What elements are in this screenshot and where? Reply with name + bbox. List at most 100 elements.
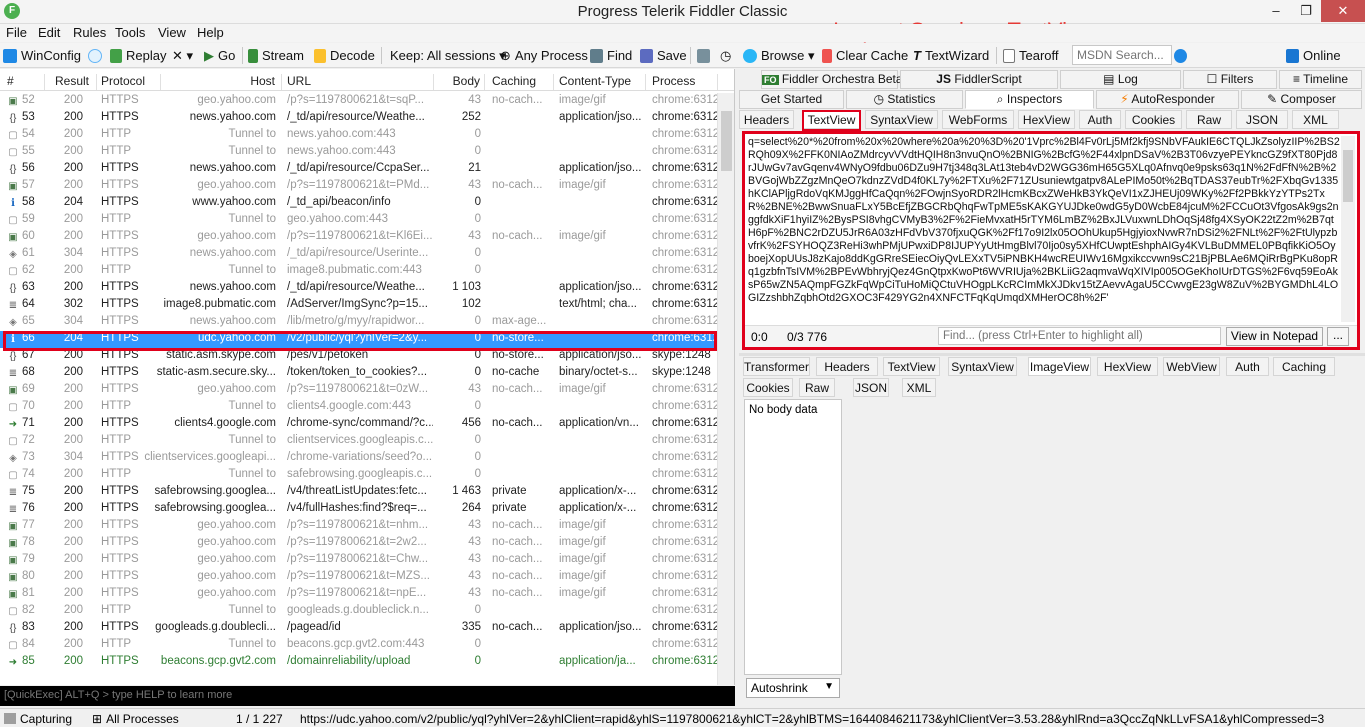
table-row[interactable]: ▣ 77 200 HTTPS geo.yahoo.com/p?s=1197800621&… — [0, 518, 718, 535]
request-scroll-thumb[interactable] — [1343, 150, 1353, 202]
sessions-scrollbar[interactable] — [717, 93, 734, 685]
resp-tab-xml[interactable]: XML — [902, 378, 936, 397]
req-tab-xml[interactable]: XML — [1292, 110, 1339, 129]
table-row[interactable]: ≣ 75 200 HTTPS safebrowsing.googlea.../v4/th… — [0, 484, 718, 501]
browse-button[interactable]: Browse ▾ — [743, 46, 815, 65]
textwizard-button[interactable]: T TextWizard — [913, 46, 989, 65]
more-button[interactable]: ... — [1327, 327, 1349, 346]
col-header-num[interactable]: # — [7, 74, 45, 90]
request-scrollbar[interactable] — [1341, 136, 1355, 322]
tearoff-button[interactable]: Tearoff — [1003, 46, 1059, 65]
table-row[interactable]: ≣ 64 302 HTTPS image8.pubmatic.com/AdServer/… — [0, 297, 718, 314]
col-header-protocol[interactable]: Protocol — [101, 74, 161, 90]
resp-tab-imageview[interactable]: ImageView — [1028, 357, 1091, 376]
table-row[interactable]: ▢ 59 200 HTTP Tunnel to geo.yahoo.com:443 0 chr… — [0, 212, 718, 229]
menu-view[interactable]: View — [158, 25, 186, 40]
table-row[interactable]: ▣ 80 200 HTTPS geo.yahoo.com/p?s=1197800621&… — [0, 569, 718, 586]
req-tab-raw[interactable]: Raw — [1186, 110, 1232, 129]
menu-rules[interactable]: Rules — [73, 25, 106, 40]
table-row[interactable]: ≣ 76 200 HTTPS safebrowsing.googlea.../v4/fu… — [0, 501, 718, 518]
msdn-search-input[interactable] — [1072, 45, 1172, 65]
tab-statistics[interactable]: ◷ Statistics — [846, 90, 963, 109]
tab-filters[interactable]: ☐ Filters — [1183, 70, 1277, 89]
table-row[interactable]: ◈ 61 304 HTTPS news.yahoo.com/_td/api/resour… — [0, 246, 718, 263]
request-body-text[interactable]: q=select%20*%20from%20x%20where%20a%20%3… — [748, 136, 1340, 322]
tab-fiddlerscript[interactable]: JS FiddlerScript — [900, 70, 1058, 89]
table-row[interactable]: ▣ 52 200 HTTPS geo.yahoo.com/p?s=1197800621&… — [0, 93, 718, 110]
table-row[interactable]: ➜ 85 200 HTTPS beacons.gcp.gvt2.com/domainre… — [0, 654, 718, 671]
resp-tab-syntaxview[interactable]: SyntaxView — [948, 357, 1017, 376]
timer-button[interactable]: ◷ — [720, 46, 731, 65]
tab-inspectors[interactable]: ⌕ Inspectors — [965, 90, 1094, 109]
resp-tab-raw[interactable]: Raw — [799, 378, 835, 397]
resp-tab-auth[interactable]: Auth — [1226, 357, 1269, 376]
table-row[interactable]: ▣ 81 200 HTTPS geo.yahoo.com/p?s=1197800621&… — [0, 586, 718, 603]
resp-tab-transformer[interactable]: Transformer — [743, 357, 810, 376]
table-row[interactable]: ≣ 68 200 HTTPS static-asm.secure.sky.../toke… — [0, 365, 718, 382]
screenshot-button[interactable] — [697, 46, 710, 65]
decode-button[interactable]: Decode — [314, 46, 375, 65]
table-row[interactable]: ▣ 60 200 HTTPS geo.yahoo.com/p?s=1197800621&… — [0, 229, 718, 246]
menu-help[interactable]: Help — [197, 25, 224, 40]
table-row[interactable]: ▢ 72 200 HTTP Tunnel to clientservices.google… — [0, 433, 718, 450]
col-header-result[interactable]: Result — [55, 74, 97, 90]
save-button[interactable]: Save — [640, 46, 687, 65]
resp-tab-webview[interactable]: WebView — [1163, 357, 1220, 376]
capturing-status[interactable]: Capturing — [4, 712, 72, 726]
view-in-notepad-button[interactable]: View in Notepad — [1226, 327, 1323, 346]
resp-tab-textview[interactable]: TextView — [883, 357, 940, 376]
comment-button[interactable] — [88, 46, 102, 65]
table-row[interactable]: ◈ 73 304 HTTPS clientservices.googleapi.../c… — [0, 450, 718, 467]
table-row[interactable]: ▢ 74 200 HTTP Tunnel to safebrowsing.googleap… — [0, 467, 718, 484]
winconfig-button[interactable]: WinConfig — [3, 46, 81, 65]
table-row[interactable]: ▢ 70 200 HTTP Tunnel to clients4.google.com:4… — [0, 399, 718, 416]
help-button[interactable] — [1174, 46, 1187, 65]
any-process-button[interactable]: ⊕ Any Process — [500, 46, 588, 65]
resp-tab-caching[interactable]: Caching — [1273, 357, 1335, 376]
tab-autoresponder[interactable]: ⚡ AutoResponder — [1096, 90, 1239, 109]
table-row[interactable]: ▢ 55 200 HTTP Tunnel to news.yahoo.com:443 0 ch… — [0, 144, 718, 161]
replay-button[interactable]: Replay — [110, 46, 166, 65]
col-header-body[interactable]: Body — [436, 74, 485, 90]
online-status[interactable]: Online — [1286, 46, 1341, 65]
menu-file[interactable]: File — [6, 25, 27, 40]
col-header-host[interactable]: Host — [162, 74, 282, 90]
menu-tools[interactable]: Tools — [115, 25, 145, 40]
tab-composer[interactable]: ✎ Composer — [1241, 90, 1362, 109]
table-row[interactable]: ▣ 79 200 HTTPS geo.yahoo.com/p?s=1197800621&… — [0, 552, 718, 569]
menu-edit[interactable]: Edit — [38, 25, 60, 40]
req-tab-auth[interactable]: Auth — [1079, 110, 1121, 129]
sessions-scroll-thumb[interactable] — [721, 111, 732, 171]
table-row[interactable]: ▣ 78 200 HTTPS geo.yahoo.com/p?s=1197800621&… — [0, 535, 718, 552]
minimize-button[interactable]: – — [1261, 0, 1291, 22]
table-row[interactable]: ▣ 69 200 HTTPS geo.yahoo.com/p?s=1197800621&… — [0, 382, 718, 399]
resp-tab-headers[interactable]: Headers — [816, 357, 878, 376]
resp-tab-cookies[interactable]: Cookies — [743, 378, 793, 397]
table-row[interactable]: ▢ 62 200 HTTP Tunnel to image8.pubmatic.com:4… — [0, 263, 718, 280]
quickexec-input[interactable]: [QuickExec] ALT+Q > type HELP to learn m… — [0, 686, 735, 706]
table-row[interactable]: ➜ 71 200 HTTPS clients4.google.com/chrome-sy… — [0, 416, 718, 433]
table-row[interactable]: ▣ 57 200 HTTPS geo.yahoo.com/p?s=1197800621&… — [0, 178, 718, 195]
resp-tab-hexview[interactable]: HexView — [1097, 357, 1158, 376]
table-row[interactable]: ◈ 65 304 HTTPS news.yahoo.com/lib/metro/g/my… — [0, 314, 718, 331]
req-tab-syntaxview[interactable]: SyntaxView — [865, 110, 938, 129]
clear-cache-button[interactable]: Clear Cache — [822, 46, 908, 65]
table-row[interactable]: i 58 204 HTTPS www.yahoo.com/_td_api/beacon/… — [0, 195, 718, 212]
maximize-button[interactable]: ❐ — [1291, 0, 1321, 22]
close-button[interactable]: ✕ — [1321, 0, 1365, 22]
go-button[interactable]: ▶ Go — [204, 46, 235, 65]
tab-fiddler-orchestra[interactable]: FO Fiddler Orchestra Beta — [761, 70, 903, 89]
find-input[interactable] — [938, 327, 1221, 345]
inspector-splitter[interactable] — [739, 353, 1365, 356]
table-row[interactable]: ▢ 54 200 HTTP Tunnel to news.yahoo.com:443 0 ch… — [0, 127, 718, 144]
req-tab-webforms[interactable]: WebForms — [942, 110, 1014, 129]
stream-button[interactable]: Stream — [248, 46, 304, 65]
table-row[interactable]: {} 63 200 HTTPS news.yahoo.com/_td/api/resou… — [0, 280, 718, 297]
keep-sessions-dropdown[interactable]: Keep: All sessions ▾ — [390, 46, 506, 65]
autoshrink-select[interactable]: Autoshrink ▼ — [746, 678, 840, 698]
req-tab-json[interactable]: JSON — [1236, 110, 1288, 129]
tab-log[interactable]: ▤ Log — [1060, 70, 1181, 89]
table-row[interactable]: ▢ 84 200 HTTP Tunnel to beacons.gcp.gvt2.com:… — [0, 637, 718, 654]
process-filter-status[interactable]: ⊞ All Processes — [92, 712, 179, 726]
req-tab-hexview[interactable]: HexView — [1018, 110, 1075, 129]
